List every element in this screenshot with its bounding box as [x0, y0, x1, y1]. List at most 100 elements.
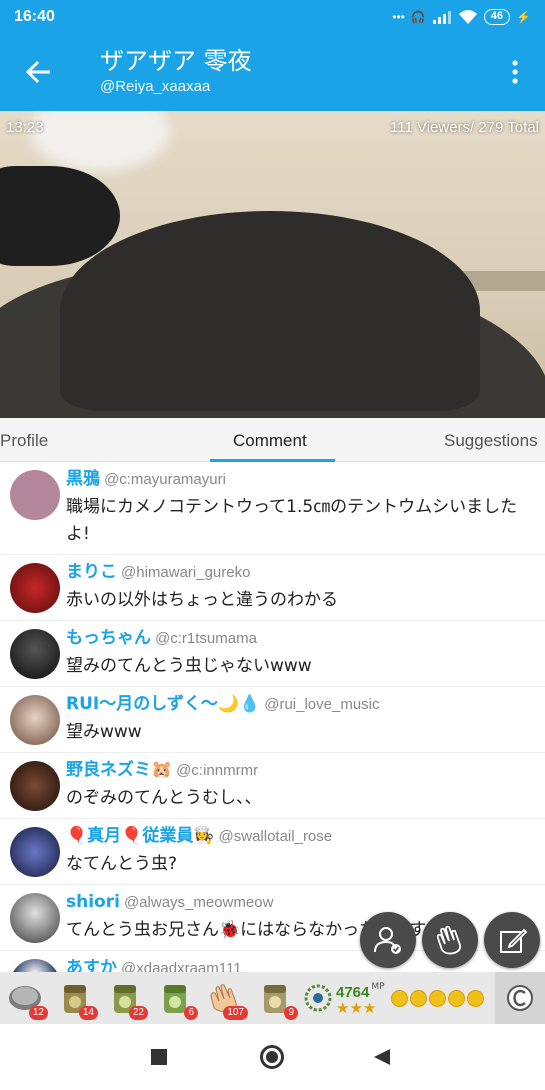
gift-count: 12 — [28, 1006, 48, 1020]
system-nav-bar — [0, 1024, 545, 1090]
gift-count: 6 — [184, 1006, 198, 1020]
comment-text: 職場にカメノコテントウって1.5㎝のテントウムシいましたよ! — [66, 497, 518, 544]
currency-button[interactable] — [495, 972, 545, 1024]
level-stars: ★★★ — [336, 998, 377, 1017]
avatar[interactable] — [10, 959, 60, 972]
comment-text: 赤いの以外はちょっと違うのわかる — [66, 590, 338, 610]
status-time: 16:40 — [14, 7, 55, 25]
comment-handle: @always_meowmeow — [123, 894, 274, 911]
signal-icon — [432, 10, 451, 24]
app-bar: ザアザア 零夜 @Reiya_xaaxaa — [0, 33, 545, 111]
gift-count: 14 — [78, 1006, 98, 1020]
comment-item: まりこ @himawari_gureko 赤いの以外はちょっと違うのわかる — [0, 555, 545, 621]
tab-comment[interactable]: Comment — [233, 418, 307, 462]
gift-bar: 12 14 22 6 107 9 4764 MP ★★★ — [0, 972, 545, 1024]
comment-handle: @c:r1tsumama — [155, 630, 257, 647]
comment-author[interactable]: RUI〜月のしずく〜🌙💧 — [66, 694, 260, 714]
triangle-back-icon — [374, 1049, 390, 1065]
stream-elapsed-time: 13:23 — [6, 119, 44, 136]
circle-icon — [260, 1045, 284, 1069]
write-comment-button[interactable] — [484, 912, 540, 968]
back-button[interactable] — [0, 33, 78, 111]
comment-item: 黒鴉 @c:mayuramayuri 職場にカメノコテントウって1.5㎝のテントウ… — [0, 462, 545, 555]
c-coin-icon — [507, 985, 533, 1011]
coin-icon — [466, 989, 484, 1007]
overflow-menu-button[interactable] — [485, 33, 545, 111]
mp-value: 4764 — [336, 983, 370, 1001]
comment-author[interactable]: あすか — [66, 958, 117, 972]
user-check-icon — [374, 927, 401, 954]
comment-handle: @rui_love_music — [264, 696, 380, 713]
avatar[interactable] — [10, 470, 60, 520]
status-bar: 16:40 ••• 🎧 46 ⚡ — [0, 0, 545, 33]
page-title: ザアザア 零夜 — [100, 47, 252, 75]
gift-tea[interactable]: 9 — [250, 972, 300, 1024]
gift-tea-100[interactable]: 22 — [100, 972, 150, 1024]
comment-author[interactable]: 🎈真月🎈従業員👩‍🍳 — [66, 826, 215, 846]
avatar[interactable] — [10, 563, 60, 613]
comment-author[interactable]: もっちゃん — [66, 628, 151, 648]
gift-tea-50[interactable]: 14 — [50, 972, 100, 1024]
tab-suggestions[interactable]: Suggestions — [444, 418, 538, 462]
comment-handle: @swallotail_rose — [218, 828, 333, 845]
back-nav-button[interactable] — [352, 1024, 412, 1090]
edit-icon — [500, 928, 528, 953]
comment-author[interactable]: 黒鴉 — [66, 469, 100, 489]
comment-author[interactable]: 野良ネズミ🐹 — [66, 760, 172, 780]
gift-count: 22 — [128, 1006, 148, 1020]
comment-text: なてんとう虫? — [66, 854, 178, 874]
gift-tea-10[interactable]: 6 — [150, 972, 200, 1024]
clap-button[interactable] — [422, 912, 478, 968]
video-subject-shoulder — [60, 211, 480, 411]
avatar[interactable] — [10, 695, 60, 745]
vertical-dots-icon — [512, 60, 518, 84]
mp-unit: MP — [371, 981, 385, 992]
live-video[interactable]: 13:23 111 Viewers/ 279 Total — [0, 111, 545, 418]
recents-button[interactable] — [129, 1024, 189, 1090]
arrow-left-icon — [26, 60, 50, 84]
mp-points: 4764 MP ★★★ — [336, 981, 385, 1017]
headphones-icon: 🎧 — [410, 9, 426, 24]
avatar[interactable] — [10, 629, 60, 679]
comment-text: 望みのてんとう虫じゃないwww — [66, 656, 312, 676]
header-titles: ザアザア 零夜 @Reiya_xaaxaa — [78, 46, 485, 98]
comment-text: のぞみのてんとうむし、、 — [66, 788, 262, 808]
coin-row — [390, 989, 484, 1007]
clap-icon — [436, 925, 462, 955]
comment-item: 野良ネズミ🐹 @c:innmrmr のぞみのてんとうむし、、 — [0, 753, 545, 819]
comment-item: 🎈真月🎈従業員👩‍🍳 @swallotail_rose なてんとう虫? — [0, 819, 545, 885]
comment-handle: @c:innmrmr — [176, 762, 259, 779]
coin-icon — [447, 989, 465, 1007]
comment-handle: @himawari_gureko — [121, 564, 251, 581]
follow-button[interactable] — [360, 912, 416, 968]
comment-item: RUI〜月のしずく〜🌙💧 @rui_love_music 望みwww — [0, 687, 545, 753]
coin-icon — [428, 989, 446, 1007]
wifi-icon — [458, 9, 477, 24]
coin-icon — [409, 989, 427, 1007]
more-dots-icon: ••• — [392, 9, 405, 24]
avatar[interactable] — [10, 893, 60, 943]
comment-list[interactable]: 黒鴉 @c:mayuramayuri 職場にカメノコテントウって1.5㎝のテントウ… — [0, 462, 545, 972]
avatar[interactable] — [10, 761, 60, 811]
gear-gem-icon — [304, 984, 332, 1012]
avatar[interactable] — [10, 827, 60, 877]
tab-profile[interactable]: Profile — [0, 418, 48, 462]
gift-clap[interactable]: 107 — [200, 972, 250, 1024]
comment-text: 望みwww — [66, 722, 142, 742]
tab-bar: Profile Comment Suggestions — [0, 418, 545, 462]
page-subtitle[interactable]: @Reiya_xaaxaa — [100, 76, 485, 98]
status-icons: ••• 🎧 46 ⚡ — [392, 8, 531, 25]
gift-coin[interactable]: 12 — [0, 972, 50, 1024]
comment-author[interactable]: まりこ — [66, 562, 117, 582]
video-subject-hair — [30, 111, 170, 171]
comment-handle: @xdaadxraam111 — [121, 960, 242, 972]
comment-author[interactable]: shiori — [66, 892, 120, 912]
coin-icon — [390, 989, 408, 1007]
square-icon — [151, 1049, 167, 1065]
battery-indicator: 46 — [483, 8, 511, 25]
viewer-count: 111 Viewers/ 279 Total — [390, 119, 539, 136]
comment-item: もっちゃん @c:r1tsumama 望みのてんとう虫じゃないwww — [0, 621, 545, 687]
home-button[interactable] — [242, 1024, 302, 1090]
comment-handle: @c:mayuramayuri — [104, 471, 226, 488]
gift-count: 107 — [223, 1006, 248, 1020]
